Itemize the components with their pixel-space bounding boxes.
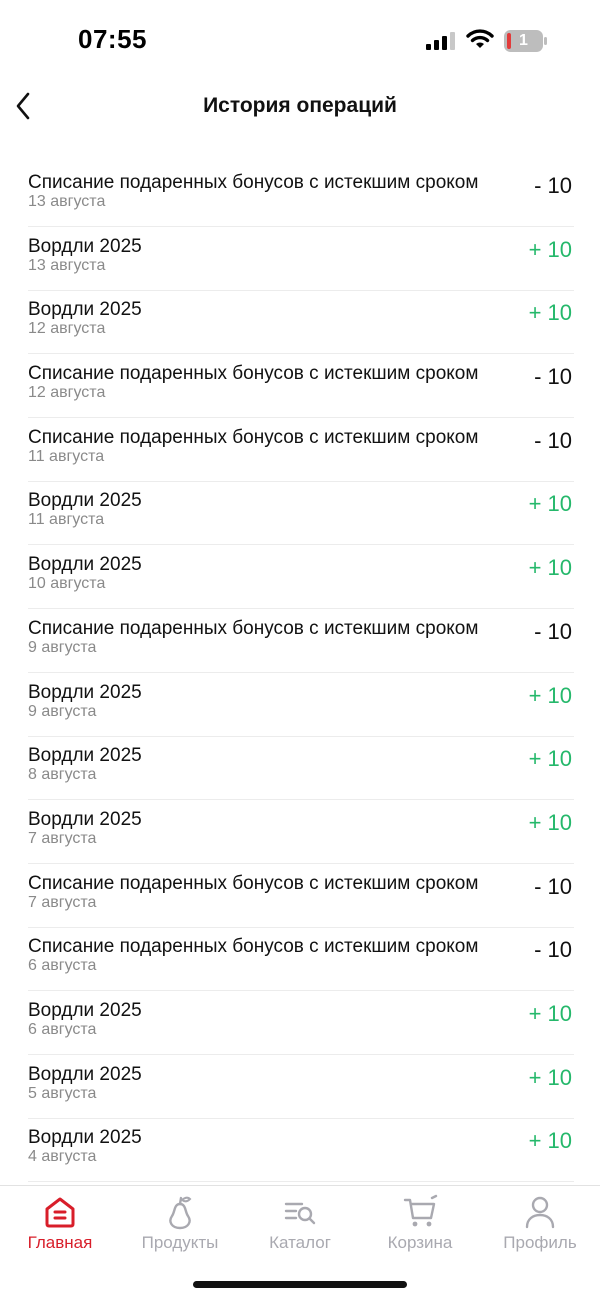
status-bar: 07:55 1 xyxy=(0,0,600,80)
catalog-search-icon xyxy=(284,1202,316,1225)
battery-icon: 1 xyxy=(504,30,548,52)
operation-title: Вордли 2025 xyxy=(28,1127,142,1149)
operation-date: 6 августа xyxy=(28,1020,97,1038)
operation-date: 10 августа xyxy=(28,575,106,593)
operation-amount: + 10 xyxy=(528,300,572,326)
tab-products-label: Продукты xyxy=(141,1233,219,1252)
operation-amount: + 10 xyxy=(528,555,572,581)
operation-title: Вордли 2025 xyxy=(28,299,142,321)
operation-amount: + 10 xyxy=(528,809,572,835)
operation-date: 12 августа xyxy=(28,320,106,338)
operation-title: Списание подаренных бонусов с истекшим с… xyxy=(28,617,479,639)
operation-row[interactable]: Вордли 2025 5 августа + 10 xyxy=(28,1056,574,1119)
tab-home[interactable]: Главная xyxy=(0,1186,120,1266)
operation-row[interactable]: Списание подаренных бонусов с истекшим с… xyxy=(28,928,574,992)
operation-title: Списание подаренных бонусов с истекшим с… xyxy=(28,363,479,385)
operation-row[interactable]: Списание подаренных бонусов с истекшим с… xyxy=(28,865,574,928)
operation-date: 11 августа xyxy=(28,511,105,529)
operation-row[interactable]: Вордли 2025 8 августа + 10 xyxy=(28,737,574,801)
operation-amount: + 10 xyxy=(528,236,572,262)
operation-date: 6 августа xyxy=(28,957,97,975)
status-time: 07:55 xyxy=(78,24,147,54)
operation-amount: + 10 xyxy=(528,1064,572,1090)
operation-title: Списание подаренных бонусов с истекшим с… xyxy=(28,426,479,448)
tab-home-label: Главная xyxy=(27,1233,93,1252)
operation-amount: + 10 xyxy=(528,491,572,517)
operation-amount: + 10 xyxy=(528,682,572,708)
operation-date: 13 августа xyxy=(28,193,106,210)
cellular-signal-icon xyxy=(426,32,455,50)
wifi-icon xyxy=(466,29,494,48)
operation-amount: - 10 xyxy=(534,427,572,453)
operations-list[interactable]: Списание подаренных бонусов с истекшим с… xyxy=(28,164,574,1185)
tab-catalog[interactable]: Каталог xyxy=(240,1186,360,1266)
operation-title: Вордли 2025 xyxy=(28,999,142,1021)
operation-amount: - 10 xyxy=(534,618,572,644)
operation-title: Вордли 2025 xyxy=(28,490,142,512)
operation-row[interactable]: Списание подаренных бонусов с истекшим с… xyxy=(28,355,574,419)
home-indicator xyxy=(193,1281,407,1288)
operation-title: Вордли 2025 xyxy=(28,235,142,257)
operation-row[interactable]: Вордли 2025 11 августа + 10 xyxy=(28,482,574,546)
operation-date: 5 августа xyxy=(28,1084,97,1102)
tab-profile-label: Профиль xyxy=(503,1233,577,1252)
operation-date: 7 августа xyxy=(28,829,97,847)
operation-row[interactable]: Списание подаренных бонусов с истекшим с… xyxy=(28,419,574,482)
operation-amount: + 10 xyxy=(528,1128,572,1154)
cart-icon xyxy=(403,1194,438,1227)
operation-amount: - 10 xyxy=(534,873,572,899)
operation-title: Вордли 2025 xyxy=(28,681,142,703)
tab-products[interactable]: Продукты xyxy=(120,1186,240,1266)
pear-icon xyxy=(169,1196,192,1230)
operation-title: Списание подаренных бонусов с истекшим с… xyxy=(28,936,479,958)
operation-amount: - 10 xyxy=(534,173,572,198)
operation-row[interactable]: Списание подаренных бонусов с истекшим с… xyxy=(28,610,574,673)
operation-row[interactable]: Вордли 2025 6 августа + 10 xyxy=(28,992,574,1055)
operation-row[interactable]: Вордли 2025 9 августа + 10 xyxy=(28,674,574,737)
operation-row[interactable]: Списание подаренных бонусов с истекшим с… xyxy=(28,164,574,227)
operation-title: Вордли 2025 xyxy=(28,808,142,830)
home-icon xyxy=(45,1197,75,1228)
operation-date: 8 августа xyxy=(28,766,97,784)
operation-date: 11 августа xyxy=(28,447,105,465)
operation-title: Вордли 2025 xyxy=(28,554,142,576)
operation-title: Вордли 2025 xyxy=(28,1063,142,1085)
tab-cart[interactable]: Корзина xyxy=(360,1186,480,1266)
tab-cart-label: Корзина xyxy=(387,1233,453,1252)
operation-date: 13 августа xyxy=(28,256,106,274)
operation-row[interactable]: Вордли 2025 12 августа + 10 xyxy=(28,291,574,355)
battery-level: 1 xyxy=(519,32,528,49)
operation-date: 7 августа xyxy=(28,893,97,911)
operation-date: 9 августа xyxy=(28,638,97,656)
operation-title: Вордли 2025 xyxy=(28,745,142,767)
operation-row[interactable]: Вордли 2025 10 августа + 10 xyxy=(28,546,574,610)
operation-amount: + 10 xyxy=(528,1000,572,1026)
operation-amount: + 10 xyxy=(528,746,572,772)
profile-icon xyxy=(525,1196,555,1229)
operation-amount: - 10 xyxy=(534,937,572,963)
operation-amount: - 10 xyxy=(534,364,572,390)
operation-title: Списание подаренных бонусов с истекшим с… xyxy=(28,872,479,894)
operation-date: 4 августа xyxy=(28,1148,97,1166)
operation-row[interactable]: Вордли 2025 7 августа + 10 xyxy=(28,801,574,864)
operation-title: Списание подаренных бонусов с истекшим с… xyxy=(28,172,479,193)
header: История операций xyxy=(0,78,600,138)
operation-row[interactable]: Вордли 2025 4 августа + 10 xyxy=(28,1119,574,1183)
tab-profile[interactable]: Профиль xyxy=(480,1186,600,1266)
tab-catalog-label: Каталог xyxy=(269,1233,331,1252)
page-title: История операций xyxy=(203,94,397,117)
operation-date: 12 августа xyxy=(28,384,106,402)
operation-row[interactable]: Вордли 2025 13 августа + 10 xyxy=(28,228,574,291)
operation-date: 9 августа xyxy=(28,702,97,720)
